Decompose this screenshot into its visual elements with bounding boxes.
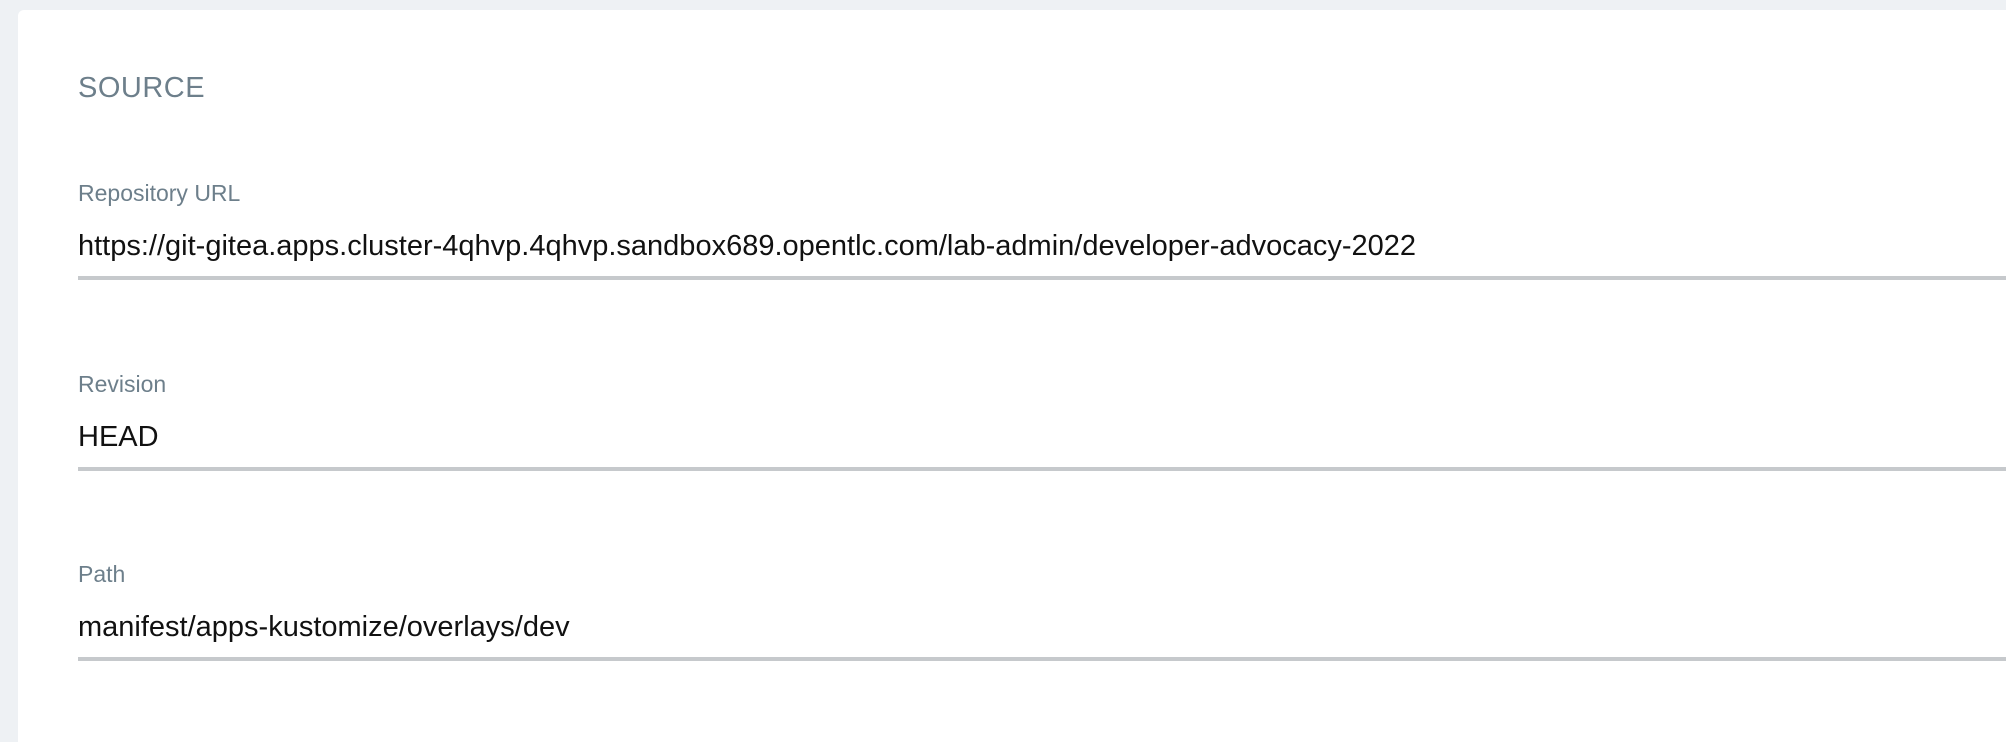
revision-label: Revision bbox=[78, 371, 167, 397]
revision-field: Revision bbox=[78, 373, 2006, 499]
repository-url-field: Repository URL bbox=[78, 182, 2006, 308]
revision-input[interactable] bbox=[78, 407, 2006, 471]
repository-url-label: Repository URL bbox=[78, 180, 241, 206]
path-label: Path bbox=[78, 561, 126, 587]
repository-url-input[interactable] bbox=[78, 216, 2006, 280]
section-title: SOURCE bbox=[78, 72, 206, 104]
path-field: Path bbox=[78, 563, 2006, 689]
path-input[interactable] bbox=[78, 597, 2006, 661]
source-panel: SOURCE Repository URL Revision Path bbox=[18, 10, 2006, 742]
